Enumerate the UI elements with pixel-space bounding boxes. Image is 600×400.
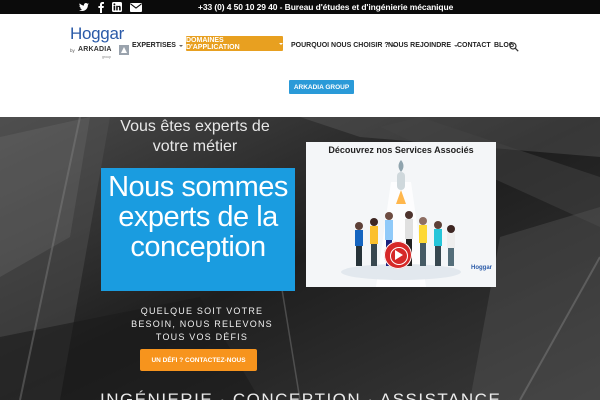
chevron-down-icon <box>178 45 183 47</box>
video-logo: Hoggar <box>471 265 492 271</box>
hero-background <box>0 117 600 400</box>
nav-item-label: DOMAINES D'APPLICATION <box>186 36 240 51</box>
services-strip-text: INGÉNIERIE · CONCEPTION · ASSISTANCE <box>100 390 502 400</box>
logo-by: by <box>70 48 75 53</box>
logo-sub: group <box>102 55 111 59</box>
chevron-down-icon <box>279 42 283 45</box>
hero-section: Vous êtes experts de votre métier Nous s… <box>0 117 600 400</box>
site-logo[interactable]: Hoggar by ARKADIA group <box>68 24 130 64</box>
facebook-icon[interactable] <box>96 1 106 13</box>
nav-item-label: NOUS REJOINDRE <box>388 42 452 49</box>
linkedin-icon[interactable] <box>111 1 123 13</box>
hero-tagline: QUELQUE SOIT VOTRE BESOIN, NOUS RELEVONS… <box>131 306 273 342</box>
hero-subtitle: Vous êtes experts de votre métier <box>120 118 270 155</box>
nav-item-label: POURQUOI NOUS CHOISIR ? <box>291 42 389 49</box>
top-bar: +33 (0) 4 50 10 29 40 - Bureau d'études … <box>0 0 600 14</box>
arkadia-mark-icon <box>119 45 129 55</box>
hero-title-box: Nous sommes experts de la conception <box>101 168 295 291</box>
email-icon[interactable] <box>129 1 142 13</box>
topbar-contact-text: +33 (0) 4 50 10 29 40 - Bureau d'études … <box>198 2 454 12</box>
search-icon[interactable] <box>509 39 519 52</box>
arkadia-group-button[interactable]: ARKADIA GROUP <box>289 80 354 94</box>
logo-brand: ARKADIA <box>78 46 112 53</box>
nav-item-expertises[interactable]: EXPERTISES <box>132 41 183 51</box>
services-video[interactable]: Découvrez nos Services Associés Hoggar <box>306 142 496 287</box>
nav-item-label: CONTACT <box>457 42 491 49</box>
nav-item-contact[interactable]: CONTACT <box>457 41 491 51</box>
nav-item-domaines[interactable]: DOMAINES D'APPLICATION <box>186 36 283 51</box>
twitter-icon[interactable] <box>78 1 90 13</box>
site-header: Hoggar by ARKADIA group EXPERTISES DOMAI… <box>0 14 600 118</box>
contact-cta-button[interactable]: UN DÉFI ? CONTACTEZ-NOUS <box>140 349 257 371</box>
hero-title: Nous sommes experts de la conception <box>108 171 288 263</box>
nav-item-label: EXPERTISES <box>132 42 176 49</box>
video-title: Découvrez nos Services Associés <box>328 145 474 155</box>
nav-item-pourquoi[interactable]: POURQUOI NOUS CHOISIR ? <box>291 41 396 51</box>
logo-name: Hoggar <box>70 24 124 43</box>
nav-item-rejoindre[interactable]: NOUS REJOINDRE <box>388 41 459 51</box>
play-icon[interactable] <box>384 241 412 269</box>
